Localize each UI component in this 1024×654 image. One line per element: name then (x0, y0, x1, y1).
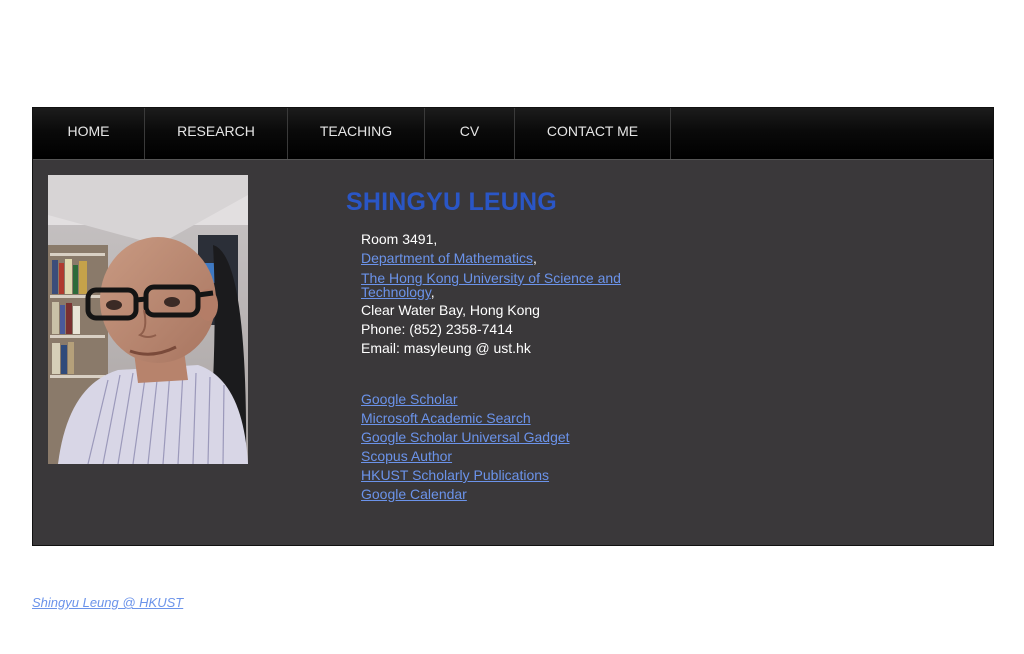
nav-item-teaching[interactable]: TEACHING (288, 108, 425, 159)
footer-link[interactable]: Shingyu Leung @ HKUST (32, 595, 183, 610)
comma-text: , (430, 284, 435, 300)
hkust-publications-link[interactable]: HKUST Scholarly Publications (361, 466, 570, 485)
nav-item-home[interactable]: HOME (33, 108, 145, 159)
email-text: Email: masyleung @ ust.hk (361, 340, 531, 356)
google-scholar-link[interactable]: Google Scholar (361, 390, 570, 409)
top-navigation-bar: HOME RESEARCH TEACHING CV CONTACT ME (33, 108, 993, 160)
university-line: The Hong Kong University of Science and … (361, 268, 651, 301)
room-text: Room 3491, (361, 231, 438, 247)
nav-item-cv[interactable]: CV (425, 108, 515, 159)
contact-info: Room 3491, Department of Mathematics, Th… (361, 230, 651, 358)
profile-photo (48, 175, 248, 464)
department-line: Department of Mathematics, (361, 249, 651, 268)
google-calendar-link[interactable]: Google Calendar (361, 485, 570, 504)
main-container: HOME RESEARCH TEACHING CV CONTACT ME SHI… (32, 107, 994, 546)
external-links-list: Google Scholar Microsoft Academic Search… (361, 390, 570, 504)
google-scholar-gadget-link[interactable]: Google Scholar Universal Gadget (361, 428, 570, 447)
nav-item-contact-me[interactable]: CONTACT ME (515, 108, 671, 159)
microsoft-academic-search-link[interactable]: Microsoft Academic Search (361, 409, 570, 428)
university-link[interactable]: The Hong Kong University of Science and … (361, 270, 621, 300)
nav-item-research[interactable]: RESEARCH (145, 108, 288, 159)
department-link[interactable]: Department of Mathematics (361, 250, 533, 266)
phone-text: Phone: (852) 2358-7414 (361, 321, 513, 337)
profile-name: SHINGYU LEUNG (346, 188, 557, 216)
scopus-author-link[interactable]: Scopus Author (361, 447, 570, 466)
comma-text: , (532, 250, 537, 266)
address-text: Clear Water Bay, Hong Kong (361, 302, 540, 318)
